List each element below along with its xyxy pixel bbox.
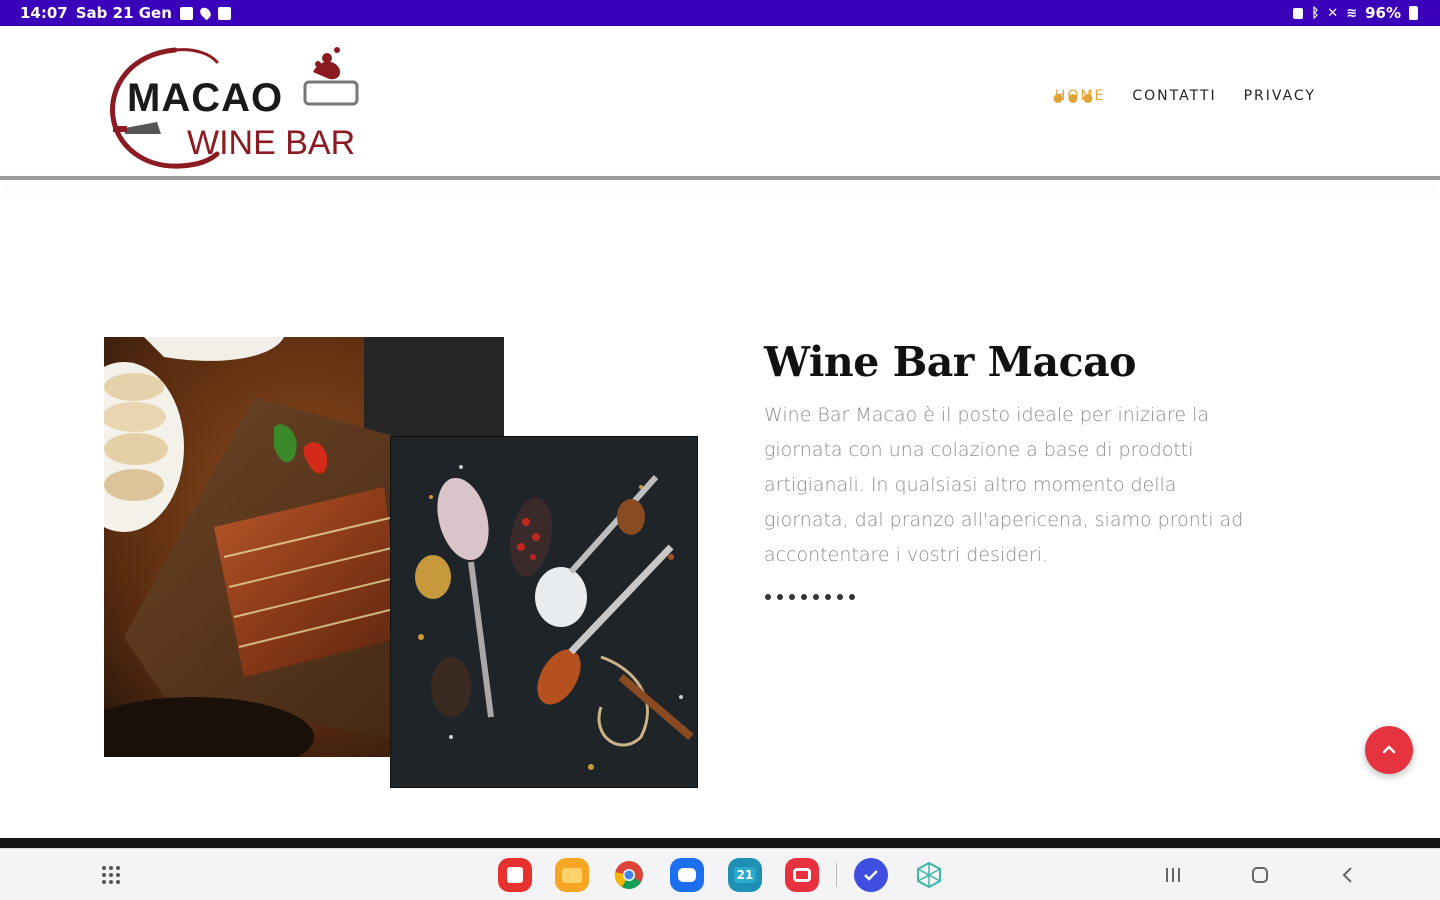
status-time: 14:07 [20, 4, 68, 22]
status-right: ᛒ ✕ ≋ 96% [1293, 4, 1418, 22]
app-drawer-icon[interactable] [93, 857, 129, 893]
site-logo[interactable]: MACAO WINE BAR [105, 42, 365, 172]
files-app-icon[interactable] [554, 857, 590, 893]
scroll-to-top-button[interactable] [1365, 726, 1413, 774]
taskbar-separator [836, 863, 837, 887]
alarm-icon [1293, 7, 1304, 19]
header-divider [0, 176, 1440, 180]
footer-edge [0, 838, 1440, 848]
android-taskbar: 21 [0, 848, 1440, 900]
status-date: Sab 21 Gen [75, 4, 172, 22]
logo-text-wine-bar: WINE BAR [187, 124, 356, 162]
hero-title: Wine Bar Macao [764, 338, 1137, 386]
battery-icon [1409, 6, 1418, 20]
chevron-up-icon [1382, 745, 1396, 754]
mute-icon: ✕ [1327, 5, 1339, 21]
messages-app-icon[interactable] [669, 857, 705, 893]
nav-contatti[interactable]: CONTATTI [1132, 88, 1216, 104]
logo-text-macao: MACAO [127, 76, 284, 120]
notes-app-icon[interactable] [497, 857, 533, 893]
home-button[interactable] [1242, 857, 1278, 893]
calendar-day-label: 21 [733, 867, 757, 883]
main-nav: HOME CONTATTI PRIVACY [1055, 88, 1316, 104]
network-app-icon[interactable] [911, 857, 947, 893]
battery-percentage: 96% [1365, 4, 1401, 22]
gallery-notification-icon [179, 6, 193, 20]
bluetooth-icon: ᛒ [1311, 5, 1320, 21]
tasks-app-icon[interactable] [853, 857, 889, 893]
recent-apps-button[interactable] [1155, 857, 1191, 893]
site-header: MACAO WINE BAR HOME CONTATTI PRIVACY [0, 26, 1440, 176]
status-left: 14:07 Sab 21 Gen [20, 4, 231, 22]
chrome-app-icon[interactable] [611, 857, 647, 893]
screenshot-notification-icon [217, 6, 231, 20]
screen-recorder-app-icon[interactable] [784, 857, 820, 893]
nav-active-indicator [1053, 94, 1093, 103]
back-button[interactable] [1330, 857, 1366, 893]
hero-description: Wine Bar Macao è il posto ideale per ini… [764, 404, 1244, 566]
wifi-signal-icon: ≋ [1346, 5, 1358, 21]
decorative-dots [765, 594, 855, 600]
calendar-app-icon[interactable]: 21 [727, 857, 763, 893]
location-notification-icon [197, 5, 213, 21]
spices-photo [390, 436, 698, 788]
nav-privacy[interactable]: PRIVACY [1244, 88, 1316, 104]
status-bar: 14:07 Sab 21 Gen ᛒ ✕ ≋ 96% [0, 0, 1440, 26]
